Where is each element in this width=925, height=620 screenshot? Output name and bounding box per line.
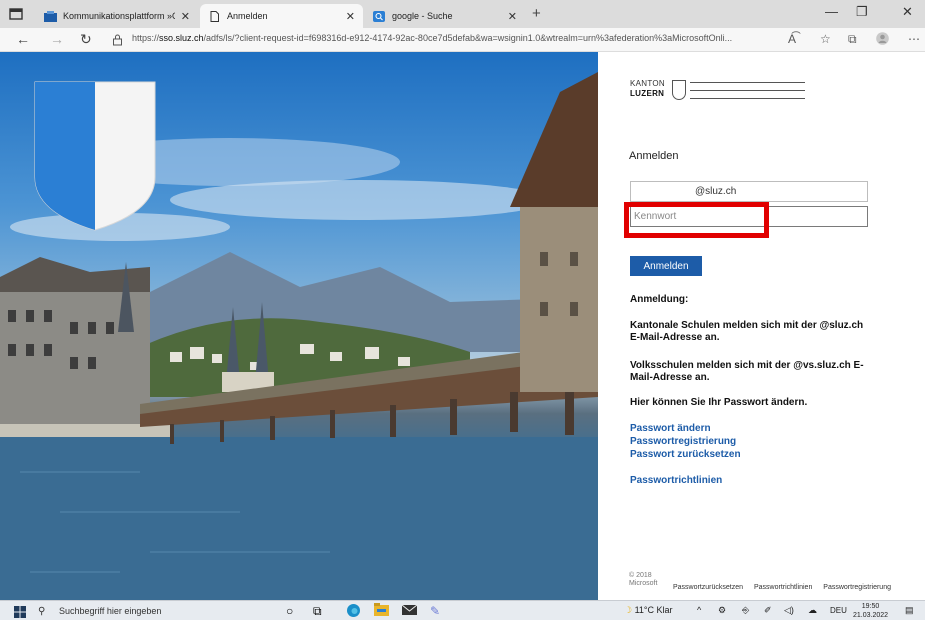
weather-text: 11°C Klar [634, 605, 673, 615]
footer-links: Passwortzurücksetzen Passwortrichtlinien… [673, 584, 900, 591]
notifications-icon[interactable]: ▤ [905, 605, 914, 616]
forward-arrow-icon[interactable]: → [50, 31, 64, 47]
pen-tray-icon[interactable]: ✐ [764, 605, 772, 616]
password-policy-link[interactable]: Passwortrichtlinien [630, 475, 722, 487]
profile-icon[interactable] [876, 32, 889, 48]
mail-icon[interactable] [401, 603, 418, 620]
moon-icon: ☽ [624, 605, 633, 615]
close-window-icon[interactable]: ✕ [902, 4, 913, 20]
signin-button[interactable]: Anmelden [630, 256, 702, 276]
clock-date: 21.03.2022 [853, 612, 889, 619]
footer-link-registration[interactable]: Passwortregistrierung [823, 584, 891, 591]
kanton-luzern-logo: KANTON LUZERN [630, 79, 805, 103]
search-icon: ⚲ [38, 605, 46, 617]
office-icon [44, 10, 57, 22]
favorites-icon[interactable]: ☆ [820, 32, 831, 46]
language-indicator[interactable]: DEU [830, 606, 847, 615]
footer-link-policy[interactable]: Passwortrichtlinien [754, 584, 812, 591]
change-password-link[interactable]: Passwort ändern [630, 423, 711, 435]
highlight-annotation [624, 202, 769, 238]
lock-icon[interactable] [112, 33, 123, 49]
close-tab-icon[interactable]: ✕ [346, 10, 355, 23]
tab-anmelden[interactable]: Anmelden ✕ [200, 4, 363, 28]
tab-label: Kommunikationsplattform »Offic [63, 11, 175, 21]
logo-line [690, 82, 805, 83]
edge-icon[interactable] [346, 603, 361, 620]
taskbar-search-box[interactable]: ⚲ Suchbegriff hier eingeben [38, 602, 268, 620]
onedrive-icon[interactable]: ☁ [808, 605, 817, 616]
cortana-icon[interactable]: ○ [286, 603, 293, 619]
network-icon[interactable]: ⎆ [742, 605, 749, 616]
password-registration-link[interactable]: Passwortregistrierung [630, 436, 736, 448]
footer-year: © 2018 [629, 572, 652, 579]
logo-shield-outline [672, 80, 686, 100]
browser-tab-bar: Kommunikationsplattform »Offic ✕ Anmelde… [0, 0, 925, 28]
search-icon [373, 10, 386, 22]
email-field[interactable]: @sluz.ch [630, 181, 868, 202]
taskbar-search-placeholder: Suchbegriff hier eingeben [59, 606, 162, 616]
close-tab-icon[interactable]: ✕ [181, 10, 190, 23]
minimize-icon[interactable]: — [825, 4, 838, 19]
close-tab-icon[interactable]: ✕ [508, 10, 517, 23]
clock-time: 19:50 [861, 603, 880, 610]
more-options-icon[interactable]: ⋯ [908, 32, 920, 46]
address-bar: ← → ↻ https://sso.sluz.ch/adfs/ls/?clien… [0, 28, 925, 52]
tab-label: google - Suche [392, 11, 453, 21]
footer-link-reset[interactable]: Passwortzurücksetzen [673, 584, 743, 591]
logo-line [690, 98, 805, 99]
collections-icon[interactable]: ⧉ [848, 32, 857, 47]
file-explorer-icon[interactable] [374, 603, 389, 620]
windows-start-icon[interactable] [14, 605, 26, 618]
read-aloud-icon[interactable]: A͡ [788, 32, 796, 46]
volume-icon[interactable]: ◁) [784, 605, 794, 616]
reload-icon[interactable]: ↻ [80, 31, 92, 48]
tray-chevron-icon[interactable]: ^ [697, 605, 701, 615]
back-arrow-icon[interactable]: ← [16, 31, 30, 47]
info-text: Volksschulen melden sich mit der @vs.slu… [630, 360, 864, 383]
logo-text-kanton: KANTON [630, 79, 665, 88]
url-field[interactable]: https://sso.sluz.ch/adfs/ls/?client-requ… [132, 33, 772, 43]
pen-app-icon[interactable]: ✎ [430, 603, 440, 619]
task-view-icon[interactable]: ⧉ [313, 603, 322, 619]
taskbar-clock[interactable]: 19:50 21.03.2022 [853, 602, 888, 620]
restore-icon[interactable]: ❐ [856, 4, 868, 20]
logo-line [690, 90, 805, 91]
reset-password-link[interactable]: Passwort zurücksetzen [630, 449, 741, 461]
tab-actions-icon[interactable] [8, 6, 24, 22]
background-image [0, 52, 598, 600]
footer-copyright: © 2018 Microsoft [629, 572, 657, 588]
info-text: Hier können Sie Ihr Passwort ändern. [630, 397, 808, 408]
footer-company: Microsoft [629, 580, 658, 587]
tab-google-suche[interactable]: google - Suche ✕ [365, 4, 525, 28]
windows-taskbar: ⚲ Suchbegriff hier eingeben ○ ⧉ ✎ ☽ 11°C… [0, 600, 925, 620]
tab-label: Anmelden [227, 11, 268, 21]
page-title: Anmelden [629, 150, 679, 162]
info-text: Kantonale Schulen melden sich mit der @s… [630, 320, 864, 343]
logo-text-luzern: LUZERN [630, 89, 665, 98]
tray-app-icon[interactable]: ⚙ [718, 605, 726, 616]
info-heading: Anmeldung: [630, 294, 689, 305]
weather-widget[interactable]: ☽ 11°C Klar [624, 605, 673, 616]
tab-kommunikationsplattform[interactable]: Kommunikationsplattform »Offic ✕ [36, 4, 198, 28]
new-tab-button[interactable]: + [532, 5, 541, 22]
page-icon [208, 10, 221, 22]
login-panel: KANTON LUZERN Anmelden @sluz.ch Kennwort… [598, 52, 925, 600]
